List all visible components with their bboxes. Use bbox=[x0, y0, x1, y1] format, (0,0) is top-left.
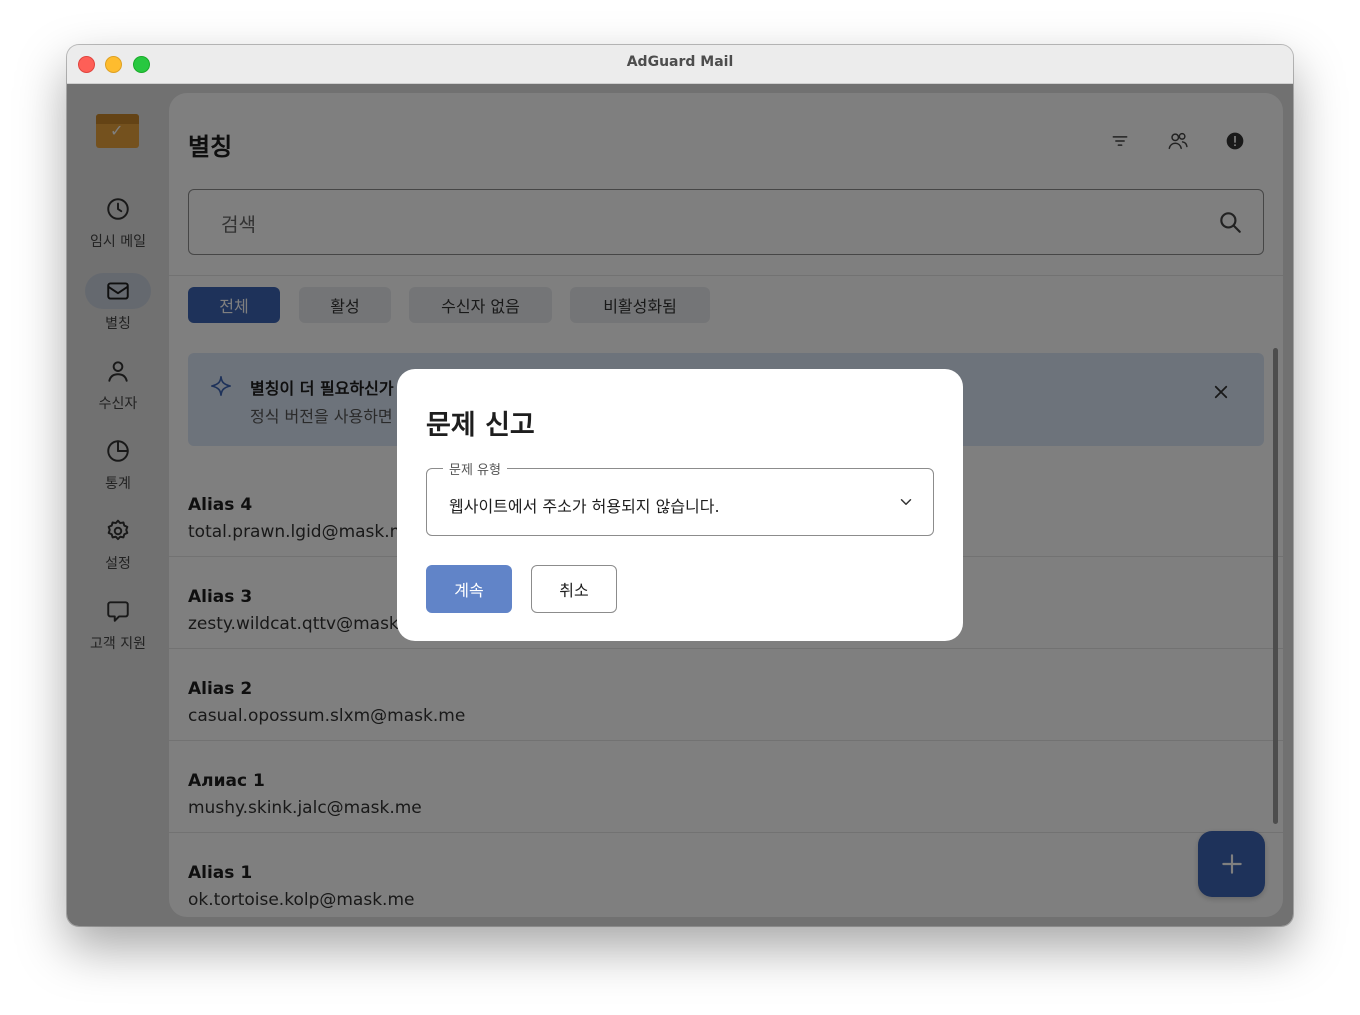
issue-type-value: 웹사이트에서 주소가 허용되지 않습니다. bbox=[449, 497, 720, 516]
window-title: AdGuard Mail bbox=[626, 54, 734, 70]
chevron-down-icon bbox=[897, 493, 915, 515]
cancel-button[interactable]: 취소 bbox=[531, 565, 617, 613]
continue-button[interactable]: 계속 bbox=[426, 565, 512, 613]
title-bar: AdGuard Mail bbox=[67, 45, 1293, 84]
report-issue-dialog: 문제 신고 문제 유형 웹사이트에서 주소가 허용되지 않습니다. 계속 취소 bbox=[397, 369, 963, 641]
issue-type-select[interactable]: 문제 유형 웹사이트에서 주소가 허용되지 않습니다. bbox=[426, 459, 934, 536]
dialog-title: 문제 신고 bbox=[426, 410, 535, 441]
issue-type-label: 문제 유형 bbox=[443, 459, 507, 478]
app-window: AdGuard Mail ✓ 임시 메일 별칭 수신자 bbox=[67, 45, 1293, 926]
